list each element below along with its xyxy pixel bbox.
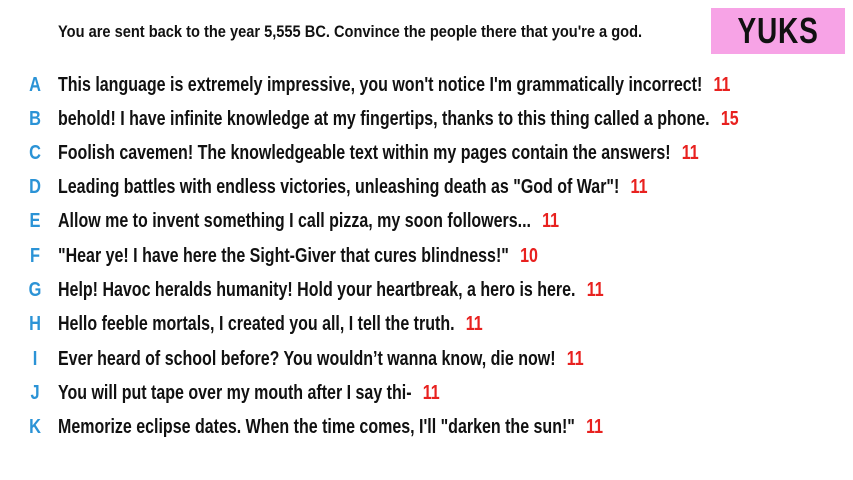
answer-score: 11: [566, 347, 584, 370]
answer-line: Allow me to invent something I call pizz…: [58, 210, 559, 233]
answer-line: Help! Havoc heralds humanity! Hold your …: [58, 279, 604, 302]
answer-row: C Foolish cavemen! The knowledgeable tex…: [0, 138, 853, 168]
answer-line: Ever heard of school before? You wouldn’…: [58, 348, 584, 371]
answer-text: Leading battles with endless victories, …: [58, 175, 620, 198]
answer-letter: A: [29, 73, 41, 96]
answer-line: This language is extremely impressive, y…: [58, 74, 730, 97]
answer-score: 11: [422, 381, 440, 404]
answer-letter: I: [32, 347, 38, 370]
answer-text: Ever heard of school before? You wouldn’…: [58, 347, 556, 370]
answer-line: Hello feeble mortals, I created you all,…: [58, 313, 483, 336]
answer-text: Foolish cavemen! The knowledgeable text …: [58, 141, 671, 164]
answer-text: Memorize eclipse dates. When the time co…: [58, 415, 575, 438]
answer-text: Help! Havoc heralds humanity! Hold your …: [58, 278, 576, 301]
answer-text: behold! I have infinite knowledge at my …: [58, 107, 710, 130]
answer-score: 11: [586, 278, 604, 301]
answer-row: J You will put tape over my mouth after …: [0, 378, 853, 408]
answer-letter: K: [29, 415, 41, 438]
answer-row: D Leading battles with endless victories…: [0, 172, 853, 202]
answer-row: F "Hear ye! I have here the Sight-Giver …: [0, 241, 853, 271]
answer-line: Leading battles with endless victories, …: [58, 176, 647, 199]
answer-score: 10: [520, 244, 538, 267]
answer-letter: E: [29, 209, 41, 232]
answer-score: 11: [681, 141, 699, 164]
prompt-text: You are sent back to the year 5,555 BC. …: [58, 22, 643, 41]
answer-row: A This language is extremely impressive,…: [0, 70, 853, 100]
answer-line: behold! I have infinite knowledge at my …: [58, 108, 739, 131]
answer-letter: F: [29, 244, 41, 267]
answer-line: "Hear ye! I have here the Sight-Giver th…: [58, 245, 538, 268]
answer-row: K Memorize eclipse dates. When the time …: [0, 412, 853, 442]
yuks-badge: YUKS: [711, 8, 845, 54]
answer-row: H Hello feeble mortals, I created you al…: [0, 309, 853, 339]
answer-letter: H: [29, 312, 41, 335]
answer-text: Hello feeble mortals, I created you all,…: [58, 312, 455, 335]
answer-letter: G: [28, 278, 42, 301]
answer-line: Foolish cavemen! The knowledgeable text …: [58, 142, 699, 165]
answer-score: 11: [630, 175, 648, 198]
answer-text: This language is extremely impressive, y…: [58, 73, 703, 96]
answer-score: 11: [586, 415, 604, 438]
answer-row: I Ever heard of school before? You would…: [0, 344, 853, 374]
answer-score: 15: [720, 107, 739, 130]
answer-letter: D: [29, 175, 41, 198]
answer-letter: B: [29, 107, 41, 130]
answer-line: You will put tape over my mouth after I …: [58, 382, 440, 405]
yuks-badge-label: YUKS: [737, 10, 819, 51]
answer-line: Memorize eclipse dates. When the time co…: [58, 416, 603, 439]
answer-text: Allow me to invent something I call pizz…: [58, 209, 531, 232]
answer-row: B behold! I have infinite knowledge at m…: [0, 104, 853, 134]
answer-letter: C: [29, 141, 41, 164]
answer-letter: J: [30, 381, 40, 404]
answer-score: 11: [542, 209, 560, 232]
answer-score: 11: [713, 73, 731, 96]
answer-text: You will put tape over my mouth after I …: [58, 381, 412, 404]
answer-text: "Hear ye! I have here the Sight-Giver th…: [58, 244, 509, 267]
answer-row: E Allow me to invent something I call pi…: [0, 206, 853, 236]
answer-row: G Help! Havoc heralds humanity! Hold you…: [0, 275, 853, 305]
answer-score: 11: [465, 312, 483, 335]
